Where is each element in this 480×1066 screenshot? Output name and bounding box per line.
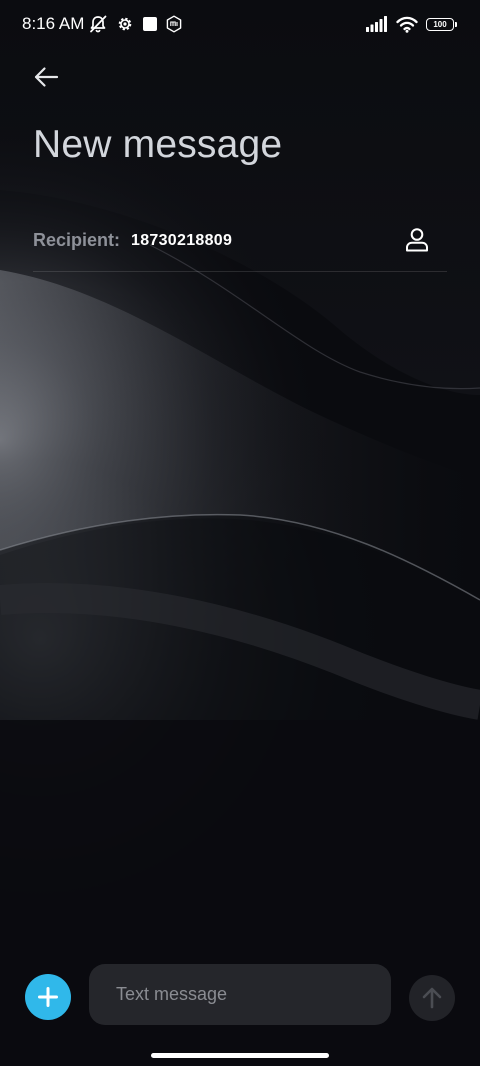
wifi-icon [396,16,418,33]
recipient-label: Recipient: [33,230,121,250]
attach-button[interactable] [25,974,71,1020]
person-icon [406,228,428,252]
home-indicator[interactable] [151,1053,329,1058]
battery-level: 100 [433,19,447,29]
recipient-number[interactable]: 18730218809 [131,230,232,252]
recipient-field[interactable]: Recipient: 18730218809 [33,212,447,272]
back-button[interactable] [28,60,64,94]
mute-notifications-icon [90,15,107,33]
plus-icon [38,987,58,1007]
status-left-icons [88,13,182,35]
battery-icon: 100 [426,17,457,31]
status-time: 8:16 AM [22,14,85,33]
signal-icon [366,16,387,32]
status-bar: 8:16 AM 100 [0,0,480,48]
square-notification-icon [143,17,157,31]
send-button[interactable] [409,975,455,1021]
settings-icon [118,17,132,31]
status-right-icons: 100 [366,13,457,35]
message-input[interactable] [89,964,391,1025]
message-composer [0,960,480,1030]
page-title: New message [33,123,283,166]
new-message-screen: 8:16 AM 100 New message Recipient: 18730… [0,0,480,1066]
arrow-left-icon [34,67,59,87]
contact-picker-button[interactable] [401,224,433,256]
arrow-up-icon [422,987,442,1009]
mi-icon [166,15,182,33]
